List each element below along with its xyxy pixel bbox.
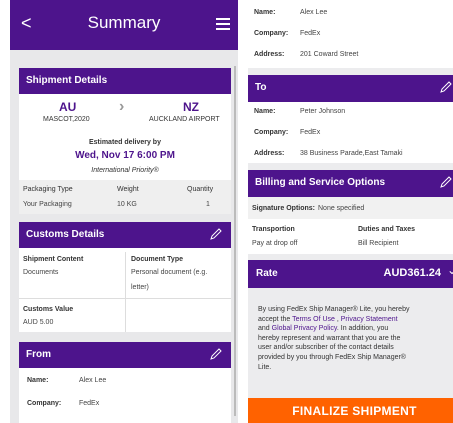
document-type-value-cont: letter) — [131, 284, 149, 291]
to-company-value: FedEx — [300, 129, 321, 136]
finalize-shipment-button[interactable]: FINALIZE SHIPMENT — [248, 398, 453, 423]
quantity-label: Quantity — [187, 186, 214, 193]
customs-details-header: Customs Details — [19, 222, 231, 248]
summary-screen-right: Name: Alex Lee Company: FedEx Address: 2… — [248, 0, 453, 423]
rate-bar[interactable]: Rate AUD361.24 ⌄ — [248, 260, 453, 288]
edit-icon[interactable] — [209, 347, 223, 361]
from-details-card: Name: Alex Lee Company: FedEx Address: 2… — [248, 0, 453, 68]
quantity-value: 1 — [206, 201, 210, 208]
billing-header: Billing and Service Options — [248, 170, 453, 197]
billing-card: Billing and Service Options Signature Op… — [248, 170, 453, 254]
document-type-label: Document Type — [131, 256, 183, 263]
document-type-value: Personal document (e.g. — [131, 269, 208, 276]
origin-code: AU — [59, 100, 77, 114]
customs-details-card: Customs Details Shipment Content Documen… — [19, 222, 231, 332]
from-name-value: Alex Lee — [300, 9, 328, 16]
destination-code: NZ — [183, 100, 199, 114]
signature-row: Signature Options: None specified — [248, 197, 453, 219]
to-company-label: Company: — [254, 129, 289, 136]
signature-label: Signature Options: — [252, 205, 315, 212]
from-name-label: Name: — [27, 377, 49, 384]
weight-label: Weight — [117, 186, 139, 193]
customs-value-label: Customs Value — [23, 306, 74, 313]
from-company-label: Company: — [27, 400, 62, 407]
shipment-details-header: Shipment Details — [19, 68, 231, 94]
from-card: From Name: Alex Lee Company: FedEx — [19, 342, 231, 423]
edit-icon[interactable] — [439, 80, 453, 94]
from-company-value: FedEx — [300, 30, 321, 37]
from-address-label: Address: — [254, 51, 285, 58]
to-address-label: Address: — [254, 150, 285, 157]
to-header: To — [248, 75, 453, 102]
from-address-value: 201 Coward Street — [300, 51, 359, 58]
estimated-delivery-date: Wed, Nov 17 6:00 PM — [75, 150, 175, 161]
to-name-label: Name: — [254, 108, 276, 115]
origin-name: MASCOT,2020 — [43, 116, 90, 123]
page-title: Summary — [87, 13, 161, 32]
destination-name: AUCKLAND AIRPORT — [149, 116, 220, 123]
privacy-statement-link[interactable]: Privacy Statement — [341, 316, 398, 323]
summary-screen-left: < Summary Shipment Details AU MASCOT,202… — [10, 0, 238, 423]
scrollbar[interactable] — [234, 66, 236, 416]
edit-icon[interactable] — [209, 227, 223, 241]
shipment-meta-row: Packaging Type Your Packaging Weight 10 … — [19, 180, 231, 214]
packaging-type-label: Packaging Type — [23, 186, 73, 193]
terms-of-use-link[interactable]: Terms Of Use — [292, 316, 335, 323]
transport-value: Pay at drop off — [252, 240, 298, 247]
duties-value: Bill Recipient — [358, 240, 399, 247]
from-company-value: FedEx — [79, 400, 100, 407]
edit-icon[interactable] — [439, 175, 453, 189]
hamburger-menu-icon[interactable] — [216, 18, 230, 30]
app-bar: < Summary — [10, 0, 238, 50]
global-privacy-policy-link[interactable]: Global Privacy Policy — [272, 325, 337, 332]
customs-value: AUD 5.00 — [23, 319, 54, 326]
to-card: To Name: Peter Johnson Company: FedEx Ad… — [248, 75, 453, 163]
row-divider — [19, 298, 231, 299]
transport-label: Transportion — [252, 226, 295, 233]
column-divider — [125, 252, 126, 332]
shipment-details-card: Shipment Details AU MASCOT,2020 › NZ AUC… — [19, 68, 231, 214]
disclaimer: By using FedEx Ship Manager® Lite, you h… — [258, 306, 410, 371]
from-company-label: Company: — [254, 30, 289, 37]
from-name-label: Name: — [254, 9, 276, 16]
chevron-down-icon[interactable]: ⌄ — [447, 263, 453, 277]
to-name-value: Peter Johnson — [300, 108, 346, 115]
packaging-type-value: Your Packaging — [23, 201, 72, 208]
shipment-content-value: Documents — [23, 269, 59, 276]
estimated-delivery-label: Estimated delivery by — [89, 139, 161, 146]
rate-label: Rate — [256, 268, 278, 279]
service-type: International Priority® — [91, 167, 159, 174]
from-header: From — [19, 342, 231, 368]
signature-value: None specified — [318, 205, 365, 212]
from-name-value: Alex Lee — [79, 377, 107, 384]
rate-amount: AUD361.24 — [383, 267, 441, 279]
to-address-value: 38 Business Parade,East Tamaki — [300, 150, 403, 157]
duties-label: Duties and Taxes — [358, 226, 416, 233]
shipment-content-label: Shipment Content — [23, 256, 84, 263]
route-arrow-icon: › — [119, 98, 125, 115]
weight-value: 10 KG — [117, 201, 137, 208]
